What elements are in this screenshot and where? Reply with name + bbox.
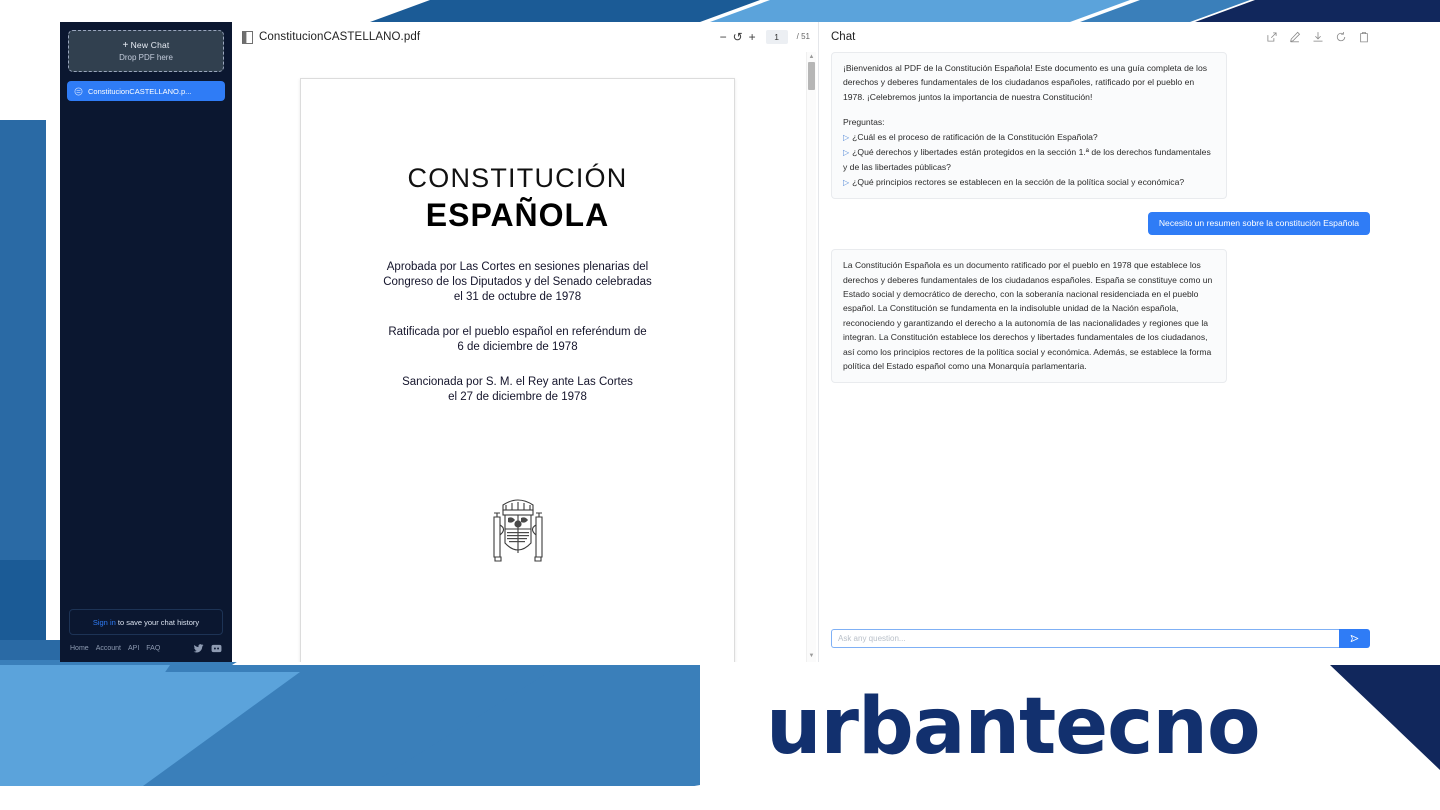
- urbantecno-logo: urbantecno: [766, 682, 1261, 772]
- chat-title: Chat: [831, 31, 856, 43]
- doc-p1-line2: Congreso de los Diputados y del Senado c…: [383, 276, 652, 288]
- refresh-icon[interactable]: [1335, 31, 1347, 43]
- assistant-message-summary: La Constitución Española es un documento…: [831, 249, 1227, 383]
- zoom-out-button[interactable]: −: [720, 31, 727, 43]
- user-message: Necesito un resumen sobre la constitució…: [1147, 212, 1370, 236]
- zoom-in-button[interactable]: +: [749, 31, 756, 43]
- user-message-row: Necesito un resumen sobre la constitució…: [831, 212, 1370, 236]
- suggested-question-text: ¿Qué derechos y libertades están protegi…: [843, 147, 1211, 173]
- pdf-vertical-scrollbar[interactable]: ▲ ▼: [806, 52, 816, 662]
- page-total-label: / 51: [796, 32, 810, 41]
- sign-in-button[interactable]: Sign in to save your chat history: [69, 609, 223, 635]
- new-chat-dropzone[interactable]: + New Chat Drop PDF here: [68, 30, 224, 72]
- sign-in-text: Sign in to save your chat history: [92, 617, 200, 627]
- doc-p2-line2: 6 de diciembre de 1978: [457, 341, 578, 353]
- chat-messages: ¡Bienvenidos al PDF de la Constitución E…: [819, 52, 1388, 629]
- chat-input[interactable]: [831, 629, 1339, 648]
- suggested-question[interactable]: ▷ ¿Qué principios rectores se establecen …: [843, 175, 1215, 190]
- twitter-icon[interactable]: [193, 644, 204, 653]
- triangle-bullet-icon: ▷: [843, 132, 850, 142]
- sidebar-chat-item[interactable]: ConstitucionCASTELLANO.p...: [67, 81, 225, 101]
- drop-pdf-hint: Drop PDF here: [119, 53, 173, 62]
- footer-link-faq[interactable]: FAQ: [146, 645, 160, 652]
- send-button[interactable]: [1339, 629, 1370, 648]
- footer-link-api[interactable]: API: [128, 645, 139, 652]
- download-icon[interactable]: [1312, 31, 1324, 43]
- doc-p1-line1: Aprobada por Las Cortes en sesiones plen…: [386, 261, 649, 273]
- assistant-message-intro: ¡Bienvenidos al PDF de la Constitución E…: [831, 52, 1227, 200]
- doc-p3-line2: el 27 de diciembre de 1978: [448, 391, 587, 403]
- suggested-question-text: ¿Cuál es el proceso de ratificación de l…: [852, 131, 1098, 142]
- chat-pane: Chat ¡Bienvenidos al PDF de la Constituc…: [819, 22, 1388, 662]
- plus-icon: +: [122, 40, 129, 51]
- pdf-scroll-area[interactable]: CONSTITUCIÓN ESPAÑOLA Aprobada por Las C…: [232, 52, 818, 662]
- doc-p3-line1: Sancionada por S. M. el Rey ante Las Cor…: [402, 376, 633, 388]
- doc-title-line2: ESPAÑOLA: [425, 197, 610, 233]
- triangle-bullet-icon: ▷: [843, 177, 850, 187]
- chat-input-area: [819, 629, 1388, 662]
- page-number-input[interactable]: 1: [765, 30, 788, 44]
- footer-link-home[interactable]: Home: [70, 645, 89, 652]
- new-chat-label: + New Chat: [122, 40, 170, 51]
- chat-action-buttons: [1266, 31, 1370, 43]
- doc-paragraph-2: Ratificada por el pueblo español en refe…: [388, 325, 646, 355]
- pdf-toolbar: ConstitucionCASTELLANO.pdf − ↺ + 1 / 51: [232, 22, 818, 52]
- pdf-viewer-pane: ConstitucionCASTELLANO.pdf − ↺ + 1 / 51 …: [232, 22, 819, 662]
- suggested-question-text: ¿Qué principios rectores se establecen e…: [852, 176, 1185, 187]
- pdf-file-icon: [74, 87, 83, 95]
- app-window: + New Chat Drop PDF here ConstitucionCAST…: [60, 22, 1388, 662]
- share-icon[interactable]: [1266, 31, 1278, 43]
- rotate-button[interactable]: ↺: [733, 31, 743, 43]
- scroll-up-arrow-icon[interactable]: ▲: [808, 54, 815, 61]
- edit-pencil-icon[interactable]: [1289, 31, 1301, 43]
- pdf-zoom-controls: − ↺ + 1 / 51: [720, 30, 810, 44]
- questions-heading: Preguntas:: [843, 117, 885, 128]
- scroll-down-arrow-icon[interactable]: ▼: [808, 653, 815, 660]
- chat-toolbar: Chat: [819, 22, 1388, 52]
- pdf-page-1: CONSTITUCIÓN ESPAÑOLA Aprobada por Las C…: [300, 78, 735, 662]
- sidebar-footer-links: Home Account API FAQ: [60, 644, 232, 662]
- suggested-question[interactable]: ▷ ¿Qué derechos y libertades están proteg…: [843, 145, 1215, 175]
- doc-paragraph-1: Aprobada por Las Cortes en sesiones plen…: [383, 260, 652, 305]
- assistant-intro-text: ¡Bienvenidos al PDF de la Constitución E…: [843, 63, 1208, 102]
- send-arrow-icon: [1350, 635, 1359, 642]
- sidebar-chat-name: ConstitucionCASTELLANO.p...: [88, 86, 192, 96]
- assistant-summary-text: La Constitución Española es un documento…: [843, 260, 1213, 372]
- trash-icon[interactable]: [1358, 31, 1370, 43]
- triangle-bullet-icon: ▷: [843, 148, 850, 158]
- spanish-coat-of-arms-icon: [492, 499, 543, 562]
- sidebar: + New Chat Drop PDF here ConstitucionCAST…: [60, 22, 232, 662]
- sign-in-link[interactable]: Sign in: [93, 618, 116, 627]
- doc-paragraph-3: Sancionada por S. M. el Rey ante Las Cor…: [402, 375, 633, 405]
- doc-p2-line1: Ratificada por el pueblo español en refe…: [388, 326, 647, 338]
- scrollbar-thumb[interactable]: [808, 62, 815, 90]
- doc-title-line1: CONSTITUCIÓN: [407, 163, 628, 193]
- suggested-question[interactable]: ▷ ¿Cuál es el proceso de ratificación de …: [843, 130, 1215, 145]
- discord-icon[interactable]: [211, 644, 222, 653]
- doc-p1-line3: el 31 de octubre de 1978: [453, 291, 582, 303]
- sidebar-toggle-icon[interactable]: [242, 30, 253, 44]
- footer-link-account[interactable]: Account: [96, 645, 121, 652]
- pdf-file-name: ConstitucionCASTELLANO.pdf: [259, 31, 421, 43]
- chat-input-row: [831, 629, 1370, 648]
